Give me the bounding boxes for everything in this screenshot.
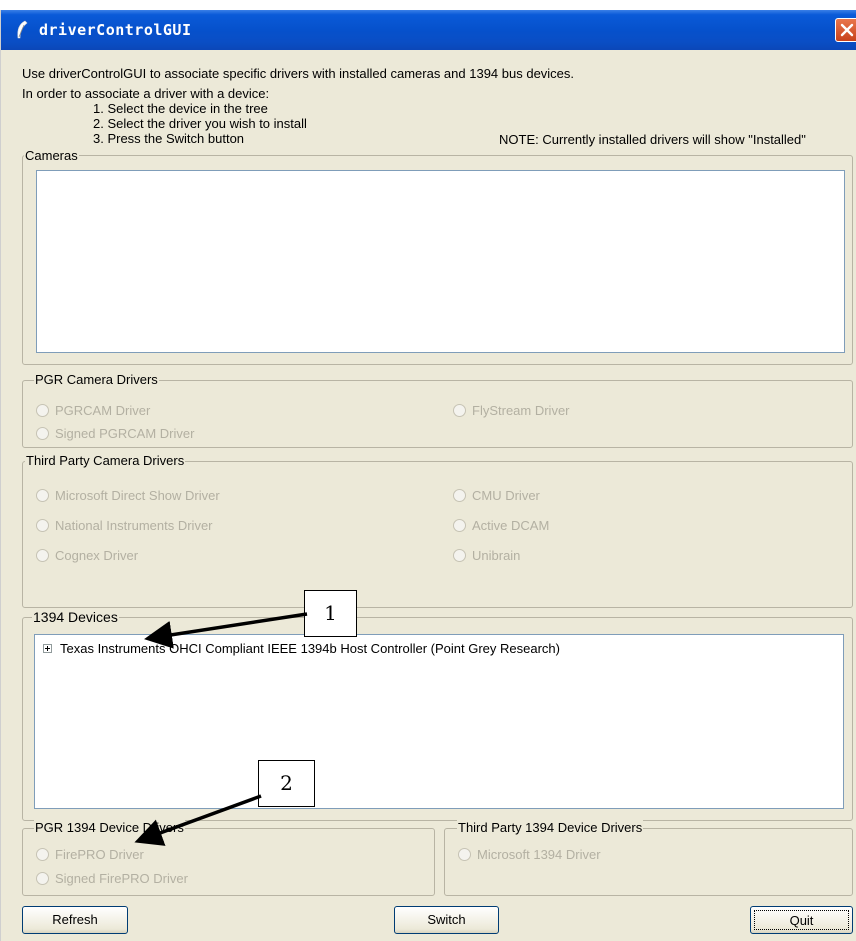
instruction-step-3: 3. Press the Switch button [93, 131, 245, 146]
radio-label: FlyStream Driver [472, 403, 570, 418]
radio-microsoft-direct-show-driver[interactable]: Microsoft Direct Show Driver [36, 488, 220, 503]
installed-note: NOTE: Currently installed drivers will s… [499, 132, 806, 147]
cameras-tree[interactable] [36, 170, 845, 353]
callout-2: 2 [258, 760, 315, 807]
intro-instructions: In order to associate a driver with a de… [22, 86, 270, 101]
radio-pgrcam-driver[interactable]: PGRCAM Driver [36, 403, 150, 418]
instruction-step-2: 2. Select the driver you wish to install [93, 116, 307, 131]
radio-cmu-driver[interactable]: CMU Driver [453, 488, 540, 503]
pgr-1394-device-drivers-legend: PGR 1394 Device Drivers [34, 820, 185, 835]
third-party-1394-device-drivers-legend: Third Party 1394 Device Drivers [457, 820, 644, 835]
radio-button-icon [453, 549, 466, 562]
cameras-group: Cameras [22, 148, 853, 365]
radio-label: Microsoft Direct Show Driver [55, 488, 220, 503]
radio-button-icon [36, 519, 49, 532]
radio-label: Signed FirePRO Driver [55, 871, 188, 886]
title-bar[interactable]: driverControlGUI [1, 10, 856, 50]
radio-flystream-driver[interactable]: FlyStream Driver [453, 403, 570, 418]
switch-button[interactable]: Switch [394, 906, 499, 934]
radio-button-icon [36, 549, 49, 562]
radio-button-icon [458, 848, 471, 861]
radio-active-dcam[interactable]: Active DCAM [453, 518, 549, 533]
close-x-icon [840, 23, 854, 37]
tree-item-label: Texas Instruments OHCI Compliant IEEE 13… [60, 641, 560, 656]
quit-button-label: Quit [754, 910, 849, 930]
callout-1: 1 [304, 590, 357, 637]
radio-firepro-driver[interactable]: FirePRO Driver [36, 847, 144, 862]
radio-label: PGRCAM Driver [55, 403, 151, 418]
devices-1394-group: 1394 Devices Texas Instruments OHCI Comp… [22, 609, 853, 821]
devices-1394-legend: 1394 Devices [32, 609, 119, 625]
radio-label: Active DCAM [472, 518, 550, 533]
third-party-1394-device-drivers-group: Third Party 1394 Device Drivers Microsof… [444, 820, 853, 896]
driver-control-window: driverControlGUI Use driverControlGUI to… [0, 10, 856, 941]
refresh-button[interactable]: Refresh [22, 906, 128, 934]
radio-signed-pgrcam-driver[interactable]: Signed PGRCAM Driver [36, 426, 194, 441]
radio-label: CMU Driver [472, 488, 540, 503]
radio-label: Unibrain [472, 548, 521, 563]
radio-label: FirePRO Driver [55, 847, 144, 862]
third-party-camera-drivers-group: Third Party Camera Drivers Microsoft Dir… [22, 453, 853, 608]
radio-unibrain[interactable]: Unibrain [453, 548, 520, 563]
pgr-camera-drivers-group: PGR Camera Drivers PGRCAM Driver Signed … [22, 372, 853, 448]
plus-expander-icon[interactable] [43, 644, 52, 653]
cameras-legend: Cameras [24, 148, 79, 163]
close-button[interactable] [835, 18, 856, 42]
pgr-camera-drivers-legend: PGR Camera Drivers [34, 372, 159, 387]
radio-button-icon [36, 848, 49, 861]
radio-national-instruments-driver[interactable]: National Instruments Driver [36, 518, 213, 533]
radio-button-icon [453, 489, 466, 502]
radio-label: Microsoft 1394 Driver [477, 847, 601, 862]
quit-button[interactable]: Quit [750, 906, 853, 934]
radio-button-icon [453, 404, 466, 417]
instruction-step-1: 1. Select the device in the tree [93, 101, 268, 116]
radio-button-icon [453, 519, 466, 532]
pgr-1394-device-drivers-group: PGR 1394 Device Drivers FirePRO Driver S… [22, 820, 435, 896]
radio-button-icon [36, 427, 49, 440]
radio-signed-firepro-driver[interactable]: Signed FirePRO Driver [36, 871, 188, 886]
radio-label: National Instruments Driver [55, 518, 213, 533]
radio-label: Signed PGRCAM Driver [55, 426, 195, 441]
feather-icon [15, 20, 29, 40]
radio-label: Cognex Driver [55, 548, 139, 563]
radio-button-icon [36, 404, 49, 417]
tree-item-ti-host-controller[interactable]: Texas Instruments OHCI Compliant IEEE 13… [43, 641, 560, 656]
intro-description: Use driverControlGUI to associate specif… [22, 66, 575, 81]
window-title: driverControlGUI [39, 21, 192, 39]
radio-microsoft-1394-driver[interactable]: Microsoft 1394 Driver [458, 847, 601, 862]
devices-1394-tree[interactable]: Texas Instruments OHCI Compliant IEEE 13… [34, 634, 844, 809]
third-party-camera-drivers-legend: Third Party Camera Drivers [25, 453, 186, 468]
radio-button-icon [36, 489, 49, 502]
radio-button-icon [36, 872, 49, 885]
radio-cognex-driver[interactable]: Cognex Driver [36, 548, 138, 563]
